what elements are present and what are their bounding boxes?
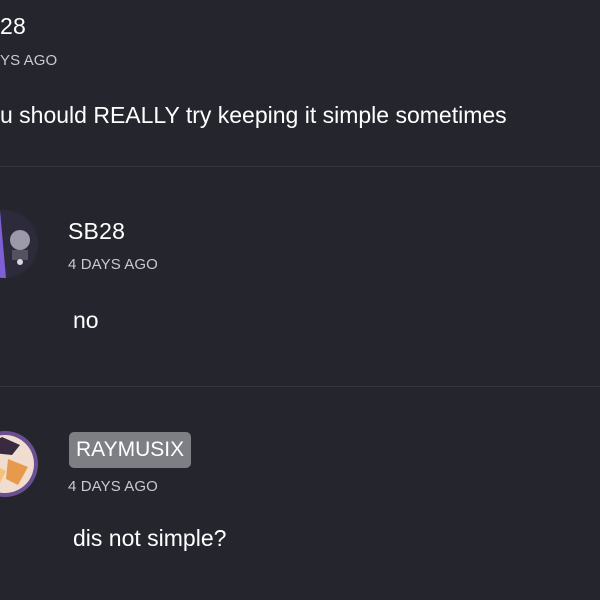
user-avatar-icon[interactable] (0, 431, 38, 497)
comment-username[interactable]: SB28 (68, 218, 125, 245)
comment-item: 28 YS AGO u should REALLY try keeping it… (0, 0, 600, 166)
comment-timestamp: YS AGO (0, 52, 58, 69)
comment-timestamp: 4 DAYS AGO (68, 478, 158, 495)
comment-item: SB28 4 DAYS AGO no (0, 167, 600, 386)
comment-text: no (73, 307, 99, 333)
username-badge[interactable]: RAYMUSIX (69, 432, 192, 468)
comment-text: u should REALLY try keeping it simple so… (0, 102, 507, 128)
user-avatar-icon[interactable] (0, 210, 38, 278)
comment-username[interactable]: 28 (0, 13, 26, 40)
comment-timestamp: 4 DAYS AGO (68, 256, 158, 273)
comment-text: dis not simple? (73, 525, 227, 551)
comment-thread: 28 YS AGO u should REALLY try keeping it… (0, 0, 600, 600)
comment-item: RAYMUSIX 4 DAYS AGO dis not simple? (0, 387, 600, 600)
